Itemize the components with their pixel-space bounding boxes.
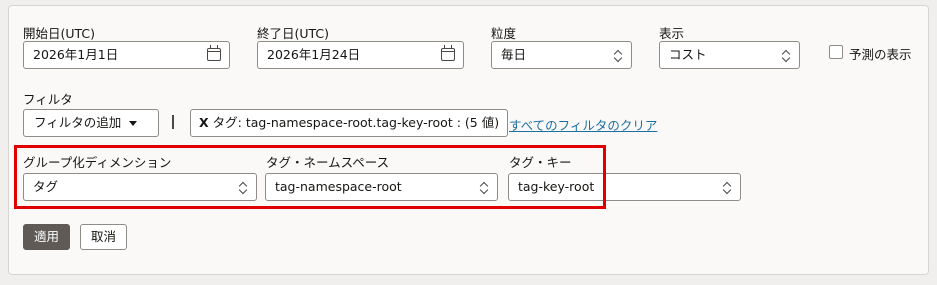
end-date-value: 2026年1月24日 [267,47,361,62]
start-date-label: 開始日(UTC) [23,26,96,41]
calendar-icon[interactable] [441,45,455,61]
end-date-label: 終了日(UTC) [257,26,330,41]
add-filter-button[interactable]: フィルタの追加 [23,109,159,137]
end-date-field[interactable]: 2026年1月24日 [257,41,464,69]
filter-label: フィルタ [23,92,73,107]
chevron-up-down-icon [782,50,790,62]
chevron-up-down-icon [723,182,731,194]
add-filter-label: フィルタの追加 [34,115,122,130]
start-date-value: 2026年1月1日 [33,47,119,62]
chevron-up-down-icon [614,50,622,62]
granularity-select[interactable]: 毎日 [491,41,632,69]
remove-filter-button[interactable]: X [199,115,209,130]
filter-chip: X タグ: tag-namespace-root.tag-key-root : (… [190,109,509,137]
display-value: コスト [669,47,707,62]
granularity-value: 毎日 [501,47,527,62]
cancel-button[interactable]: 取消 [80,224,128,250]
forecast-checkbox[interactable] [829,45,843,59]
calendar-icon[interactable] [207,45,221,61]
filter-chip-text: タグ: tag-namespace-root.tag-key-root : (5… [212,115,500,130]
apply-button[interactable]: 適用 [23,224,71,250]
granularity-label: 粒度 [491,26,517,41]
divider [172,115,174,129]
caret-down-icon [129,121,138,126]
highlight-box [14,145,606,209]
start-date-field[interactable]: 2026年1月1日 [23,41,230,69]
display-label: 表示 [659,26,685,41]
forecast-label[interactable]: 予測の表示 [849,44,912,63]
clear-all-filters-link[interactable]: すべてのフィルタのクリア [509,115,657,134]
display-select[interactable]: コスト [659,41,800,69]
